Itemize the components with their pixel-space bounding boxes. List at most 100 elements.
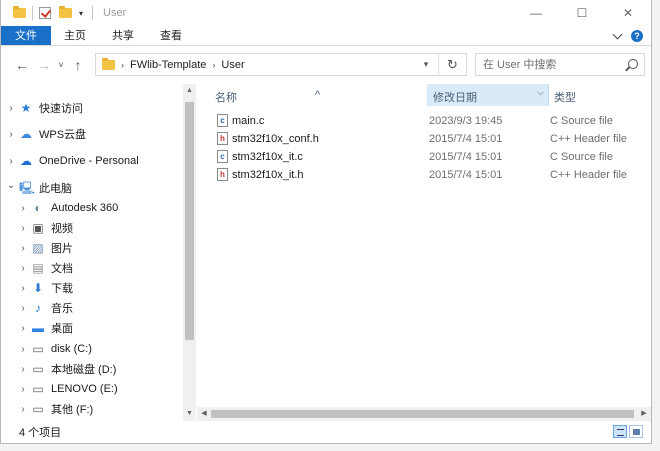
file-row[interactable]: c main.c 2023/9/3 19:45 C Source file — [217, 112, 613, 129]
nav-item-8[interactable]: › ⬇ 下载 — [15, 278, 73, 298]
scroll-up-icon[interactable]: ▲ — [183, 84, 196, 98]
desktop-icon: ▬ — [32, 321, 44, 335]
column-header-date[interactable]: 修改日期 — [433, 89, 477, 105]
nav-item-12[interactable]: › ▭ 本地磁盘 (D:) — [15, 359, 116, 379]
column-header: ^ 名称 修改日期 ⌵ 类型 — [197, 84, 651, 106]
nav-scrollbar[interactable]: ▲ ▼ — [183, 84, 196, 421]
nav-item-label: 视频 — [51, 223, 73, 235]
file-row[interactable]: c stm32f10x_it.c 2015/7/4 15:01 C Source fi… — [217, 148, 613, 165]
chevron-right-icon[interactable]: › — [15, 384, 31, 395]
recent-locations-icon[interactable]: ˅ — [55, 60, 67, 70]
nav-item-10[interactable]: › ▬ 桌面 — [15, 318, 73, 338]
expand-ribbon-icon[interactable] — [612, 29, 623, 39]
desktop-background — [652, 0, 660, 451]
documents-icon: ▤ — [32, 261, 44, 275]
navigation-bar: ← → ˅ ↑ › FWlib-Template › User ▾ ↻ — [1, 46, 651, 84]
tab-view[interactable]: 查看 — [147, 26, 195, 45]
chevron-right-icon[interactable]: › — [15, 243, 31, 254]
chevron-right-icon[interactable]: › — [15, 223, 31, 234]
large-icons-view-button[interactable] — [629, 425, 643, 438]
scroll-down-icon[interactable]: ▼ — [183, 407, 196, 421]
drive-icon: ▭ — [32, 342, 44, 356]
scroll-right-icon[interactable]: ▶ — [637, 407, 651, 421]
chevron-right-icon[interactable]: › — [3, 156, 19, 167]
scroll-left-icon[interactable]: ◀ — [197, 407, 211, 421]
file-row[interactable]: h stm32f10x_conf.h 2015/7/4 15:01 C++ Heade… — [217, 130, 627, 147]
chevron-right-icon[interactable]: › — [15, 283, 31, 294]
nav-item-5[interactable]: › ▣ 视频 — [15, 218, 73, 238]
nav-item-6[interactable]: › ▨ 图片 — [15, 238, 73, 258]
nav-item-1[interactable]: › ☁ WPS云盘 — [3, 124, 86, 144]
nav-item-label: Autodesk 360 — [51, 202, 119, 214]
file-name: main.c — [232, 114, 265, 127]
nav-item-label: 本地磁盘 (D:) — [51, 364, 117, 376]
nav-item-label: 此电脑 — [39, 183, 72, 195]
back-button[interactable]: ← — [11, 57, 33, 73]
horizontal-scroll-thumb[interactable] — [211, 410, 634, 418]
drive-icon: ▭ — [32, 362, 44, 376]
file-date: 2023/9/3 19:45 — [429, 114, 503, 127]
search-input[interactable] — [483, 55, 623, 74]
chevron-right-icon[interactable]: › — [3, 129, 19, 140]
address-dropdown-icon[interactable]: ▾ — [419, 54, 433, 75]
nav-item-3[interactable]: ⌄ 🖳 此电脑 — [3, 178, 72, 198]
chevron-right-icon[interactable]: › — [121, 60, 124, 70]
chevron-right-icon[interactable]: › — [15, 303, 31, 314]
new-folder-icon[interactable] — [59, 6, 72, 18]
file-name: stm32f10x_conf.h — [232, 132, 319, 145]
horizontal-scrollbar[interactable]: ◀ ▶ — [197, 407, 651, 421]
maximize-button[interactable]: ☐ — [559, 0, 605, 26]
nav-item-7[interactable]: › ▤ 文档 — [15, 258, 73, 278]
nav-item-9[interactable]: › ♪ 音乐 — [15, 298, 73, 318]
item-count: 4 个项目 — [19, 427, 62, 439]
nav-item-13[interactable]: › ▭ LENOVO (E:) — [15, 379, 117, 399]
help-icon[interactable]: ? — [631, 30, 643, 42]
close-button[interactable]: ✕ — [605, 0, 651, 26]
nav-item-label: 文档 — [51, 263, 73, 275]
properties-icon[interactable] — [39, 7, 51, 19]
forward-button[interactable]: → — [33, 57, 55, 73]
file-date: 2015/7/4 15:01 — [429, 150, 503, 163]
chevron-right-icon[interactable]: › — [15, 344, 31, 355]
details-view-button[interactable] — [613, 425, 627, 438]
download-icon: ⬇ — [32, 281, 44, 295]
chevron-down-icon[interactable]: ⌄ — [3, 180, 19, 191]
nav-item-label: 快速访问 — [39, 103, 83, 115]
chevron-right-icon[interactable]: › — [3, 103, 19, 114]
breadcrumb-user[interactable]: User — [221, 59, 244, 71]
navigation-pane: ▲ ▼ › ★ 快速访问 › ☁ WPS云盘 › ☁ OneDrive - Personal ⌄ 🖳… — [1, 84, 197, 421]
chevron-right-icon[interactable]: › — [15, 364, 31, 375]
nav-item-label: disk (C:) — [51, 343, 92, 355]
minimize-button[interactable]: — — [513, 0, 559, 26]
search-box[interactable] — [475, 53, 645, 76]
chevron-right-icon[interactable]: › — [15, 263, 31, 274]
tab-share[interactable]: 共享 — [99, 26, 147, 45]
address-bar[interactable]: › FWlib-Template › User ▾ ↻ — [95, 53, 467, 76]
onedrive-icon: ☁ — [20, 154, 32, 168]
chevron-right-icon[interactable]: › — [15, 323, 31, 334]
file-type: C Source file — [550, 150, 613, 163]
nav-scroll-thumb[interactable] — [185, 102, 194, 340]
nav-item-14[interactable]: › ▭ 其他 (F:) — [15, 399, 93, 419]
file-row[interactable]: h stm32f10x_it.h 2015/7/4 15:01 C++ Header … — [217, 166, 627, 183]
window-controls: — ☐ ✕ — [513, 0, 651, 26]
nav-item-label: 桌面 — [51, 323, 73, 335]
nav-item-2[interactable]: › ☁ OneDrive - Personal — [3, 151, 138, 171]
up-button[interactable]: ↑ — [67, 57, 89, 73]
nav-item-4[interactable]: › ◐ Autodesk 360 — [15, 198, 118, 218]
nav-item-11[interactable]: › ▭ disk (C:) — [15, 339, 92, 359]
column-dropdown-icon[interactable]: ⌵ — [537, 87, 544, 98]
breadcrumb-fwlib-template[interactable]: FWlib-Template — [130, 59, 206, 71]
search-icon[interactable] — [628, 59, 638, 69]
nav-item-0[interactable]: › ★ 快速访问 — [3, 98, 83, 118]
chevron-right-icon[interactable]: › — [212, 60, 215, 70]
chevron-right-icon[interactable]: › — [15, 203, 31, 214]
column-header-name[interactable]: 名称 — [215, 89, 237, 105]
chevron-right-icon[interactable]: › — [15, 404, 31, 415]
column-header-type[interactable]: 类型 — [554, 89, 576, 105]
explorer-window: ▾ User — ☐ ✕ 文件 主页 共享 查看 ? ← → ˅ ↑ › FWl… — [0, 0, 652, 444]
customize-toolbar-icon[interactable]: ▾ — [76, 9, 86, 18]
tab-file[interactable]: 文件 — [1, 26, 51, 45]
tab-home[interactable]: 主页 — [51, 26, 99, 45]
refresh-button[interactable]: ↻ — [438, 54, 466, 75]
